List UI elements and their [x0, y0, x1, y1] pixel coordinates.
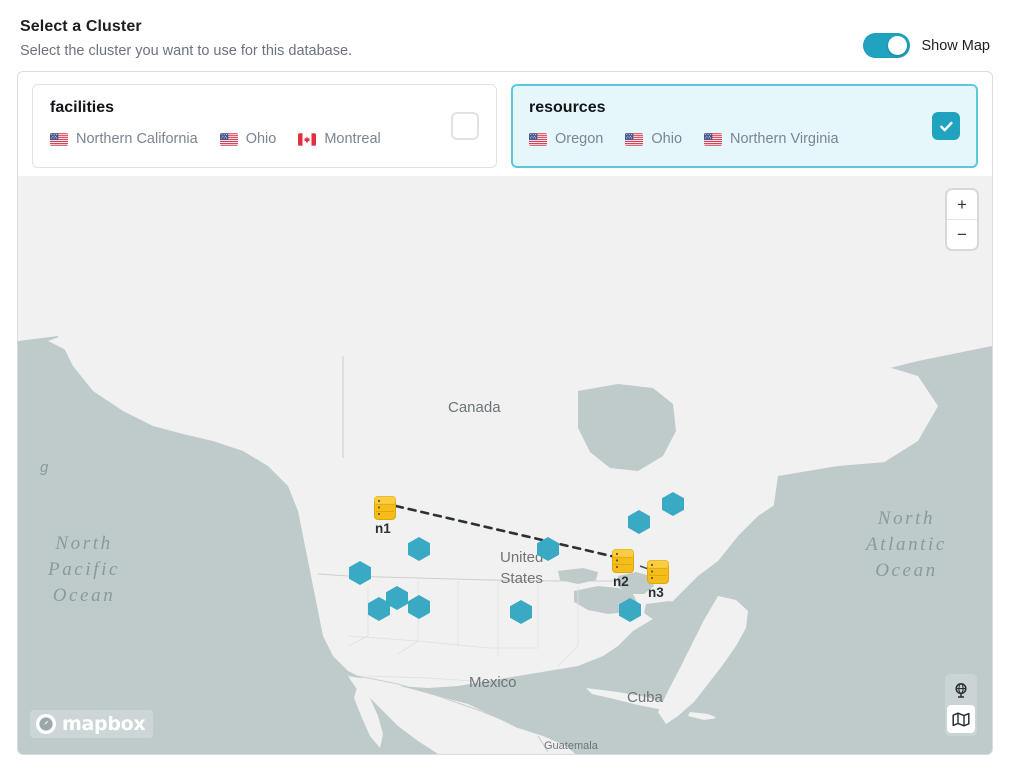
cluster-map[interactable]: North Pacific Ocean North Atlantic Ocean g C… [18, 176, 992, 754]
cluster-checkbox[interactable] [451, 112, 479, 140]
region-item: Northern California [50, 131, 198, 147]
cluster-card-list: facilities Northern California Ohio Mont… [18, 72, 992, 176]
show-map-toggle-group[interactable]: Show Map [863, 33, 990, 58]
us-flag-icon [50, 132, 68, 146]
select-cluster-page: Select a Cluster Select the cluster you … [0, 0, 1010, 770]
us-flag-icon [704, 132, 723, 146]
map-icon [952, 711, 970, 727]
check-icon [939, 121, 953, 131]
region-label: Ohio [245, 131, 277, 147]
region-item: Oregon [529, 131, 603, 147]
database-node-icon [612, 549, 634, 573]
node-label: n3 [648, 585, 664, 600]
region-label: Northern California [76, 131, 198, 147]
globe-view-button[interactable] [947, 676, 975, 704]
us-flag-icon [219, 132, 238, 146]
map-zoom-controls[interactable]: + − [947, 190, 977, 249]
region-marker-hex[interactable] [406, 536, 432, 562]
node-marker-n3[interactable]: n3 [647, 560, 669, 600]
cluster-panel: facilities Northern California Ohio Mont… [17, 71, 993, 755]
region-marker-hex[interactable] [406, 594, 432, 620]
cluster-region-list: Oregon Ohio Northern Virginia [529, 131, 839, 147]
page-title: Select a Cluster [20, 18, 142, 35]
region-label: Northern Virginia [730, 131, 839, 147]
page-subtitle: Select the cluster you want to use for t… [20, 43, 353, 59]
show-map-toggle[interactable] [863, 33, 911, 58]
cluster-card-resources[interactable]: resources Oregon Ohio Northern Virginia [511, 84, 978, 168]
region-marker-hex[interactable] [617, 597, 643, 623]
region-label: Montreal [324, 131, 381, 147]
flat-map-view-button[interactable] [947, 705, 975, 733]
toggle-knob [888, 36, 908, 55]
ca-flag-icon [298, 132, 317, 146]
zoom-in-button[interactable]: + [947, 190, 977, 220]
map-view-controls[interactable] [945, 674, 977, 736]
region-marker-hex[interactable] [535, 536, 561, 562]
region-label: Ohio [651, 131, 683, 147]
region-item: Ohio [219, 131, 277, 147]
node-marker-n1[interactable]: n1 [374, 496, 396, 536]
cluster-name: facilities [50, 99, 115, 116]
node-label: n2 [613, 574, 629, 589]
cluster-card-facilities[interactable]: facilities Northern California Ohio Mont… [32, 84, 497, 168]
page-header: Select a Cluster Select the cluster you … [0, 0, 1010, 68]
region-marker-hex[interactable] [508, 599, 534, 625]
cluster-checkbox[interactable] [932, 112, 960, 140]
basemap-graphic [18, 176, 992, 754]
globe-icon [954, 682, 967, 698]
region-item: Montreal [298, 131, 381, 147]
cluster-name: resources [529, 99, 606, 116]
mapbox-wordmark: mapbox [62, 713, 146, 735]
region-marker-hex[interactable] [660, 491, 686, 517]
region-marker-hex[interactable] [347, 560, 373, 586]
region-item: Ohio [625, 131, 682, 147]
region-marker-hex[interactable] [626, 509, 652, 535]
region-marker-hex[interactable] [366, 596, 392, 622]
mapbox-logo-icon [36, 714, 56, 734]
database-node-icon [647, 560, 669, 584]
show-map-toggle-label: Show Map [921, 37, 990, 54]
mapbox-attribution[interactable]: mapbox [30, 710, 154, 738]
us-flag-icon [625, 132, 644, 146]
region-label: Oregon [555, 131, 604, 147]
cluster-region-list: Northern California Ohio Montreal [50, 131, 381, 147]
node-marker-n2[interactable]: n2 [612, 549, 634, 589]
node-label: n1 [375, 521, 391, 536]
zoom-out-button[interactable]: − [947, 220, 977, 249]
database-node-icon [374, 496, 396, 520]
us-flag-icon [529, 132, 547, 146]
region-item: Northern Virginia [704, 131, 839, 147]
